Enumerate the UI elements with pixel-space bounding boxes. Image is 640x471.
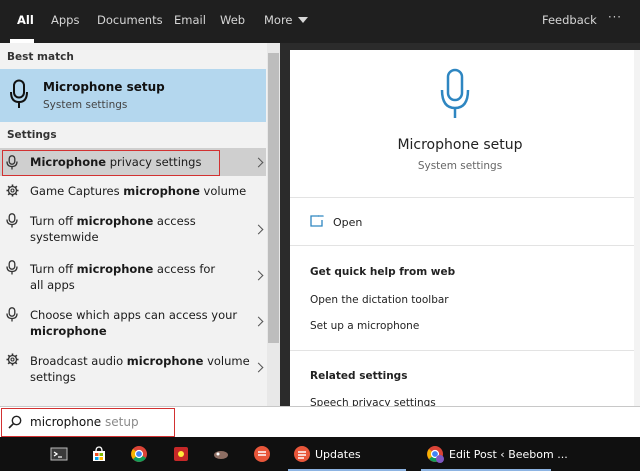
chevron-right-icon[interactable] bbox=[253, 157, 264, 168]
open-icon bbox=[310, 215, 324, 227]
divider bbox=[290, 350, 640, 351]
result-label: Turn off microphone access systemwide bbox=[30, 214, 196, 244]
settings-section-label: Settings bbox=[7, 129, 57, 141]
caret-down-icon bbox=[297, 17, 308, 23]
result-choose-apps-access-microphone[interactable]: Choose which apps can access your microp… bbox=[0, 302, 266, 340]
best-match-result[interactable]: Microphone setup System settings bbox=[0, 69, 266, 122]
tab-web[interactable]: Web bbox=[220, 13, 245, 27]
open-button[interactable]: Open bbox=[333, 216, 362, 229]
gear-icon bbox=[6, 353, 19, 366]
result-turn-off-microphone-all-apps[interactable]: Turn off microphone access for all apps bbox=[0, 256, 266, 294]
store-icon[interactable] bbox=[90, 445, 108, 463]
results-pane: Best match Microphone setup System setti… bbox=[0, 43, 280, 406]
search-box[interactable]: microphone setup bbox=[0, 406, 640, 437]
microphone-icon bbox=[440, 68, 470, 118]
chevron-right-icon[interactable] bbox=[253, 224, 264, 235]
search-tab-bar: All Apps Documents Email Web More Feedba… bbox=[0, 0, 640, 43]
gear-icon bbox=[6, 184, 19, 197]
divider bbox=[290, 197, 640, 198]
taskbar-edit-post-label[interactable]: Edit Post ‹ Beebom ... bbox=[449, 448, 568, 461]
best-match-label: Best match bbox=[7, 51, 74, 63]
chrome-icon[interactable] bbox=[130, 445, 148, 463]
divider bbox=[290, 245, 640, 246]
browser-icon[interactable] bbox=[172, 445, 190, 463]
scrollbar-thumb[interactable] bbox=[268, 53, 279, 343]
chevron-right-icon[interactable] bbox=[253, 270, 264, 281]
more-options-button[interactable]: ··· bbox=[608, 10, 622, 24]
taskbar: Updates Edit Post ‹ Beebom ... bbox=[0, 437, 640, 471]
terminal-icon[interactable] bbox=[50, 445, 68, 463]
link-open-dictation-toolbar[interactable]: Open the dictation toolbar bbox=[310, 294, 449, 306]
best-match-title: Microphone setup bbox=[43, 80, 165, 94]
highlight-annotation bbox=[1, 408, 175, 437]
chevron-right-icon[interactable] bbox=[253, 316, 264, 327]
results-scrollbar[interactable] bbox=[267, 43, 280, 406]
tab-documents[interactable]: Documents bbox=[97, 13, 163, 27]
preview-title: Microphone setup bbox=[397, 137, 523, 153]
result-broadcast-audio-microphone-volume[interactable]: Broadcast audio microphone volume settin… bbox=[0, 348, 266, 386]
feedback-button[interactable]: Feedback bbox=[542, 13, 597, 27]
taskbar-updates-label[interactable]: Updates bbox=[315, 448, 361, 461]
tab-more[interactable]: More bbox=[264, 13, 308, 27]
tab-email[interactable]: Email bbox=[174, 13, 206, 27]
chrome-profile-icon[interactable] bbox=[426, 445, 444, 463]
preview-pane: Microphone setup System settings Open Ge… bbox=[290, 50, 640, 409]
result-label: Choose which apps can access your microp… bbox=[30, 308, 238, 338]
microphone-icon bbox=[6, 307, 18, 322]
result-game-captures-microphone-volume[interactable]: Game Captures microphone volume bbox=[0, 180, 266, 202]
microphone-icon bbox=[6, 260, 18, 275]
preview-subtitle: System settings bbox=[417, 160, 503, 172]
tab-apps[interactable]: Apps bbox=[51, 13, 79, 27]
microphone-icon bbox=[6, 213, 18, 228]
highlight-annotation bbox=[2, 150, 220, 176]
updates-icon[interactable] bbox=[293, 445, 311, 463]
game-icon[interactable] bbox=[212, 445, 230, 463]
preview-scrollbar[interactable] bbox=[634, 50, 640, 406]
tab-more-label: More bbox=[264, 13, 293, 27]
result-turn-off-microphone-systemwide[interactable]: Turn off microphone access systemwide bbox=[0, 210, 266, 248]
related-settings-heading: Related settings bbox=[310, 370, 408, 382]
link-set-up-microphone[interactable]: Set up a microphone bbox=[310, 320, 419, 332]
result-label: Broadcast audio microphone volume settin… bbox=[30, 354, 250, 384]
result-label: Turn off microphone access for all apps bbox=[30, 262, 216, 292]
best-match-subtitle: System settings bbox=[43, 99, 128, 111]
app-icon[interactable] bbox=[253, 445, 271, 463]
microphone-icon bbox=[10, 79, 28, 108]
chevron-right-icon[interactable] bbox=[253, 362, 264, 373]
result-label: Game Captures microphone volume bbox=[30, 184, 247, 198]
quick-help-heading: Get quick help from web bbox=[310, 266, 456, 278]
tab-all[interactable]: All bbox=[17, 13, 34, 27]
